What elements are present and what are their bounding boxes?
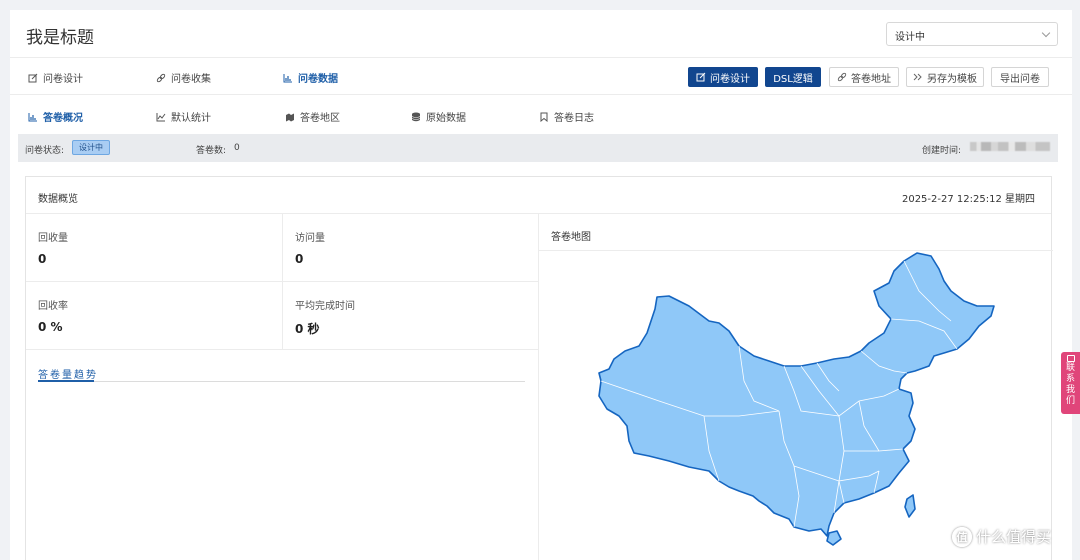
survey-design-button[interactable]: 问卷设计: [688, 67, 758, 87]
created-time-value-blurred: [970, 142, 1050, 151]
answer-url-button[interactable]: 答卷地址: [829, 67, 899, 87]
answer-count-value: 0: [234, 143, 240, 153]
subnav-item-log[interactable]: 答卷日志: [539, 109, 594, 124]
watermark: 值 什么值得买: [952, 526, 1051, 547]
export-survey-button[interactable]: 导出问卷: [991, 67, 1049, 87]
status-select-value: 设计中: [895, 32, 925, 43]
watermark-logo-icon: 值: [952, 526, 972, 547]
stat-label: 回收率: [38, 301, 68, 312]
link-icon: [837, 72, 847, 82]
stat-recovery-count: 回收量 0: [26, 214, 282, 282]
tab-active-ink: [38, 380, 94, 382]
nav-item-label: 问卷设计: [43, 74, 83, 85]
button-label: 导出问卷: [1000, 73, 1040, 85]
stat-value: 0: [38, 252, 47, 266]
page-title: 我是标题: [26, 28, 94, 48]
china-map-outline: [598, 252, 995, 537]
bookmark-icon: [539, 112, 549, 122]
subnav-item-raw-data[interactable]: 原始数据: [411, 109, 466, 124]
stat-visit-count: 访问量 0: [282, 214, 538, 282]
chat-icon: [1066, 355, 1075, 362]
subnav-item-region[interactable]: 答卷地区: [285, 109, 340, 124]
chart-icon: [28, 112, 38, 122]
status-label: 问卷状态:: [25, 146, 65, 156]
line-chart-icon: [156, 112, 166, 122]
stat-avg-time: 平均完成时间 0 秒: [282, 282, 538, 350]
status-select[interactable]: 设计中: [886, 22, 1058, 46]
link-icon: [156, 73, 166, 83]
title-row: 我是标题 设计中: [10, 10, 1072, 58]
button-label: 另存为模板: [927, 73, 977, 85]
nav-item-label: 问卷收集: [171, 74, 211, 85]
subnav-item-default-stats[interactable]: 默认统计: [156, 109, 211, 124]
overview-card: 数据概览 2025-2-27 12:25:12 星期四 回收量 0 访问量 0 …: [25, 176, 1053, 560]
chevron-down-icon: [1041, 28, 1051, 38]
nav-item-survey-data[interactable]: 问卷数据: [283, 70, 338, 85]
created-time-label: 创建时间:: [922, 146, 962, 156]
stat-label: 平均完成时间: [295, 301, 355, 312]
page: 我是标题 设计中 问卷设计 问卷收集 问卷数据 问卷设计 DSL逻辑 答卷地址: [10, 10, 1072, 560]
save-as-template-button[interactable]: 另存为模板: [906, 67, 984, 87]
stat-value: 0 秒: [295, 322, 320, 336]
button-label: 答卷地址: [851, 73, 891, 85]
map-icon: [285, 112, 295, 122]
subnav-item-label: 答卷日志: [554, 113, 594, 124]
subnav-item-label: 默认统计: [171, 113, 211, 124]
nav-item-survey-collect[interactable]: 问卷收集: [156, 70, 211, 85]
contact-us-label: 联系我们: [1065, 363, 1075, 406]
survey-info-bar: 问卷状态: 设计中 答卷数: 0 创建时间:: [18, 134, 1058, 162]
overview-title: 数据概览: [38, 194, 78, 205]
nav-item-survey-design[interactable]: 问卷设计: [28, 70, 83, 85]
map-header: 答卷地图: [539, 214, 1053, 251]
stat-recovery-rate: 回收率 0 %: [26, 282, 282, 350]
nav-item-label: 问卷数据: [298, 74, 338, 85]
button-label: DSL逻辑: [773, 73, 813, 85]
edit-icon: [696, 72, 706, 82]
map-title: 答卷地图: [551, 232, 591, 243]
taiwan-island: [904, 494, 916, 518]
double-chevron-icon: [913, 72, 923, 82]
answer-map-panel: 答卷地图: [538, 214, 1053, 560]
subnav-item-label: 原始数据: [426, 113, 466, 124]
contact-us-tab[interactable]: 联系我们: [1061, 352, 1080, 414]
main-nav: 问卷设计 问卷收集 问卷数据 问卷设计 DSL逻辑 答卷地址 另存为模板 导出问…: [10, 58, 1072, 95]
stat-value: 0 %: [38, 320, 63, 334]
dsl-logic-button[interactable]: DSL逻辑: [765, 67, 821, 87]
china-map[interactable]: [539, 251, 1054, 560]
subnav-item-label: 答卷地区: [300, 113, 340, 124]
stat-label: 访问量: [295, 233, 325, 244]
chart-icon: [283, 73, 293, 83]
status-badge: 设计中: [72, 140, 110, 155]
tab-underline: [38, 381, 525, 382]
subnav-item-label: 答卷概况: [43, 113, 83, 124]
overview-card-header: 数据概览 2025-2-27 12:25:12 星期四: [26, 177, 1051, 214]
database-icon: [411, 112, 421, 122]
stat-label: 回收量: [38, 233, 68, 244]
tab-answer-trend[interactable]: 答卷量趋势: [38, 366, 98, 381]
stats-grid: 回收量 0 访问量 0 回收率 0 % 平均完成时间 0 秒: [26, 214, 538, 351]
stat-value: 0: [295, 252, 304, 266]
watermark-text: 什么值得买: [976, 528, 1052, 546]
overview-datetime: 2025-2-27 12:25:12 星期四: [901, 194, 1035, 205]
sub-nav: 答卷概况 默认统计 答卷地区 原始数据 答卷日志: [10, 95, 1072, 133]
hainan-island: [826, 530, 842, 546]
answer-count-label: 答卷数:: [196, 146, 227, 156]
button-label: 问卷设计: [710, 73, 750, 85]
subnav-item-overview[interactable]: 答卷概况: [28, 109, 83, 124]
edit-icon: [28, 73, 38, 83]
